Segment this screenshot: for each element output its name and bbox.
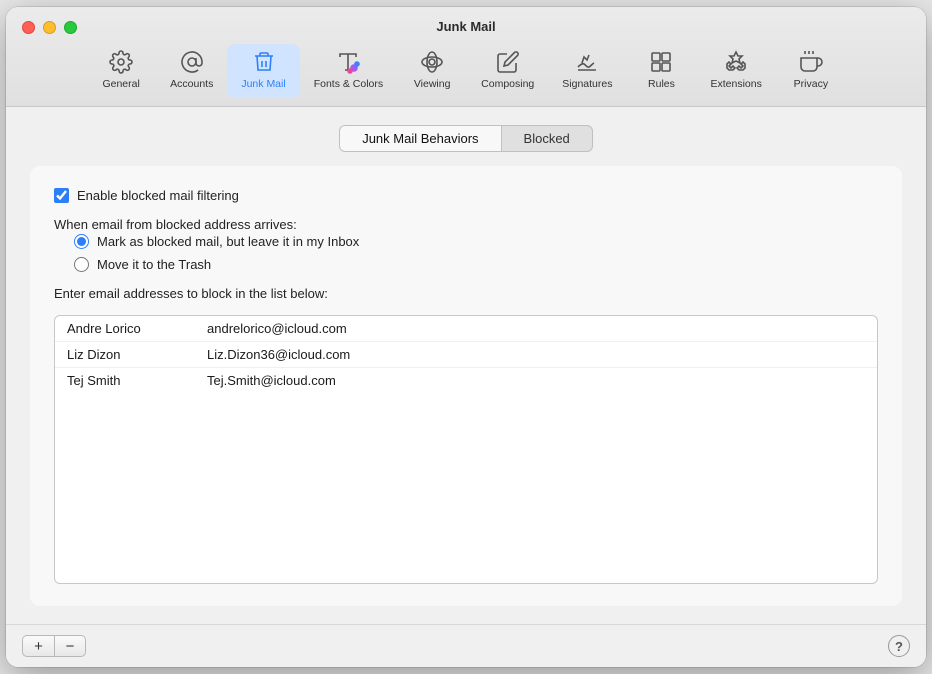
toolbar-item-signatures[interactable]: Signatures <box>548 44 626 98</box>
toolbar-extensions-label: Extensions <box>710 78 761 90</box>
add-button[interactable]: + <box>22 635 54 657</box>
toolbar-item-privacy[interactable]: Privacy <box>776 44 846 98</box>
viewing-icon <box>420 50 444 74</box>
tab-blocked[interactable]: Blocked <box>501 125 593 152</box>
bottom-bar: + − ? <box>6 624 926 667</box>
tab-junk-mail-behaviors[interactable]: Junk Mail Behaviors <box>339 125 500 152</box>
maximize-button[interactable] <box>64 21 77 34</box>
remove-button[interactable]: − <box>54 635 86 657</box>
table-row: Andre Lorico andrelorico@icloud.com <box>55 316 877 342</box>
radio-mark-row: Mark as blocked mail, but leave it in my… <box>74 234 878 249</box>
when-arrives-label: When email from blocked address arrives: <box>54 217 878 232</box>
signature-icon <box>575 50 599 74</box>
toolbar-privacy-label: Privacy <box>794 78 828 90</box>
add-remove-buttons: + − <box>22 635 86 657</box>
table-row: Tej Smith Tej.Smith@icloud.com <box>55 368 877 393</box>
toolbar-item-composing[interactable]: Composing <box>467 44 548 98</box>
radio-group: Mark as blocked mail, but leave it in my… <box>74 234 878 272</box>
window-controls <box>22 21 77 34</box>
email-list-label: Enter email addresses to block in the li… <box>54 286 878 301</box>
toolbar-accounts-label: Accounts <box>170 78 213 90</box>
when-arrives-section: When email from blocked address arrives:… <box>54 217 878 272</box>
radio-move-label: Move it to the Trash <box>97 257 211 272</box>
content-area: Junk Mail Behaviors Blocked Enable block… <box>6 107 926 624</box>
toolbar-general-label: General <box>102 78 139 90</box>
junk-mail-icon <box>252 50 276 74</box>
toolbar-composing-label: Composing <box>481 78 534 90</box>
title-bar: Junk Mail General <box>6 7 926 107</box>
toolbar-signatures-label: Signatures <box>562 78 612 90</box>
toolbar-item-viewing[interactable]: Viewing <box>397 44 467 98</box>
radio-mark-inbox[interactable] <box>74 234 89 249</box>
email-name-1: Liz Dizon <box>67 347 207 362</box>
minimize-button[interactable] <box>43 21 56 34</box>
toolbar-item-junk-mail[interactable]: Junk Mail <box>227 44 299 98</box>
rules-icon <box>649 50 673 74</box>
email-address-0: andrelorico@icloud.com <box>207 321 347 336</box>
email-address-2: Tej.Smith@icloud.com <box>207 373 336 388</box>
radio-mark-label: Mark as blocked mail, but leave it in my… <box>97 234 359 249</box>
toolbar-item-rules[interactable]: Rules <box>626 44 696 98</box>
at-icon <box>180 50 204 74</box>
font-icon <box>336 50 360 74</box>
enable-filtering-checkbox[interactable] <box>54 188 69 203</box>
main-window: Junk Mail General <box>6 7 926 667</box>
enable-filtering-label: Enable blocked mail filtering <box>77 188 239 203</box>
close-button[interactable] <box>22 21 35 34</box>
toolbar-item-accounts[interactable]: Accounts <box>156 44 227 98</box>
enable-filtering-row: Enable blocked mail filtering <box>54 188 878 203</box>
toolbar-item-fonts-colors[interactable]: Fonts & Colors <box>300 44 397 98</box>
toolbar-viewing-label: Viewing <box>414 78 451 90</box>
email-name-0: Andre Lorico <box>67 321 207 336</box>
window-title: Junk Mail <box>436 19 495 34</box>
toolbar-item-extensions[interactable]: Extensions <box>696 44 775 98</box>
toolbar-junk-mail-label: Junk Mail <box>241 78 285 90</box>
email-address-1: Liz.Dizon36@icloud.com <box>207 347 350 362</box>
toolbar-rules-label: Rules <box>648 78 675 90</box>
tab-bar: Junk Mail Behaviors Blocked <box>30 125 902 152</box>
extensions-icon <box>724 50 748 74</box>
toolbar-fonts-colors-label: Fonts & Colors <box>314 78 383 90</box>
privacy-icon <box>799 50 823 74</box>
radio-move-trash[interactable] <box>74 257 89 272</box>
settings-panel: Enable blocked mail filtering When email… <box>30 166 902 606</box>
email-name-2: Tej Smith <box>67 373 207 388</box>
toolbar-item-general[interactable]: General <box>86 44 156 98</box>
compose-icon <box>496 50 520 74</box>
email-address-list[interactable]: Andre Lorico andrelorico@icloud.com Liz … <box>54 315 878 584</box>
table-row: Liz Dizon Liz.Dizon36@icloud.com <box>55 342 877 368</box>
toolbar: General Accounts <box>86 44 846 106</box>
gear-icon <box>109 50 133 74</box>
radio-move-row: Move it to the Trash <box>74 257 878 272</box>
help-button[interactable]: ? <box>888 635 910 657</box>
